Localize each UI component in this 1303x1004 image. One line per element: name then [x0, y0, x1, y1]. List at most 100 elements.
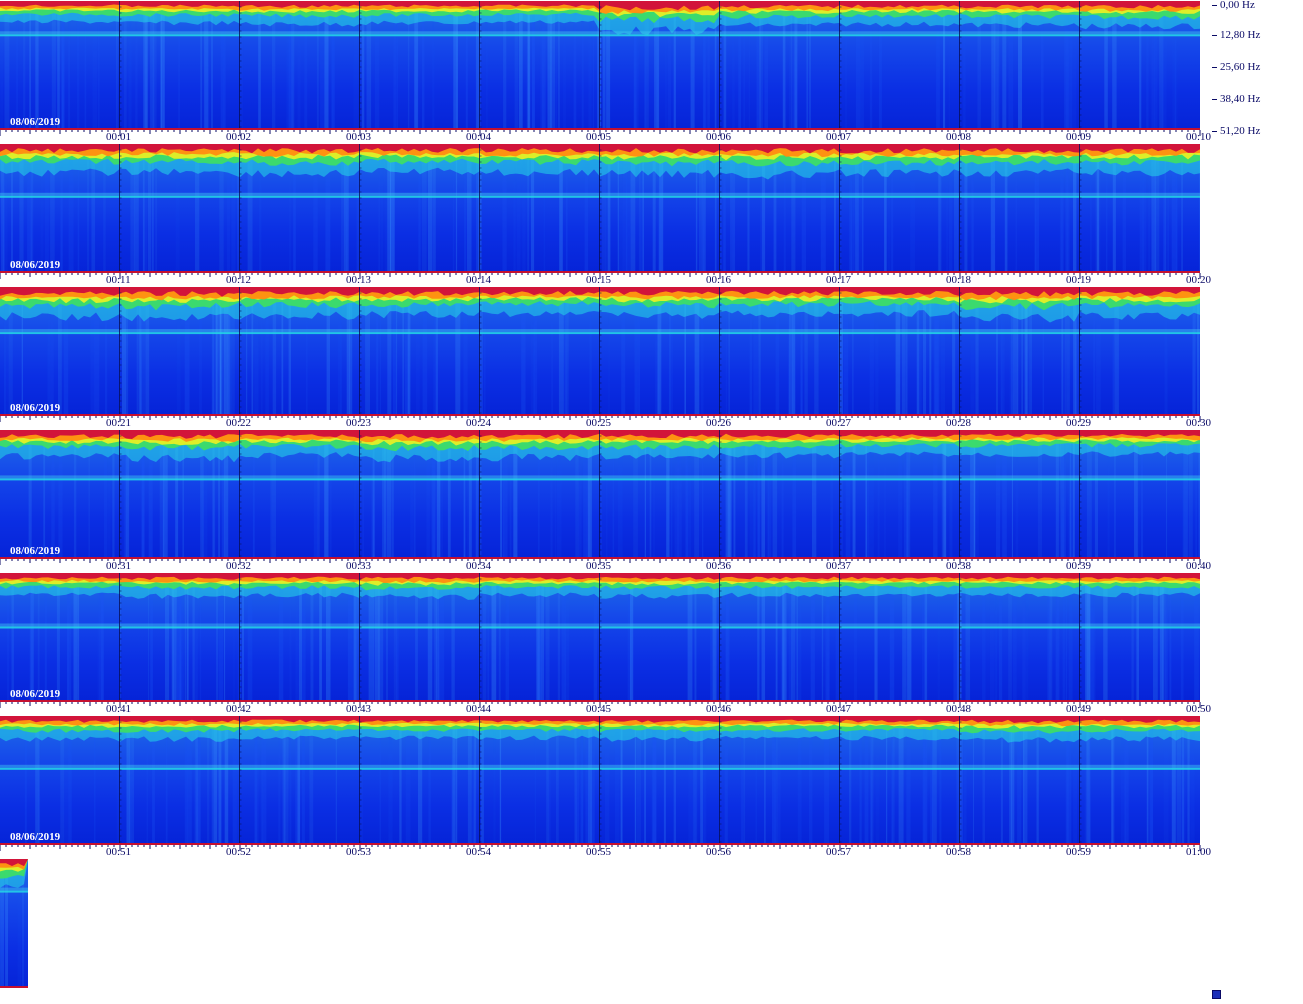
spectral-streak — [232, 726, 237, 843]
time-tick-label: 00:21 — [106, 417, 132, 429]
spectral-streak — [1140, 440, 1144, 557]
spectral-streak — [758, 440, 761, 557]
time-tick-label: 00:55 — [586, 846, 612, 858]
spectral-streak — [953, 583, 958, 700]
spectral-streak — [674, 440, 679, 557]
spectral-streak — [621, 297, 626, 414]
spectral-streak — [297, 11, 301, 128]
spectral-streak — [288, 11, 294, 128]
spectral-streak — [84, 11, 87, 128]
spectral-streak — [965, 583, 971, 700]
spectral-streak — [782, 11, 786, 128]
spectral-streak — [320, 11, 325, 128]
spectral-streak — [732, 11, 735, 128]
spectral-streak — [809, 726, 813, 843]
spectral-streak — [0, 11, 4, 128]
spectral-streak — [184, 583, 186, 700]
spectral-streak — [943, 11, 946, 128]
spectral-streak — [1182, 440, 1188, 557]
spectral-streak — [644, 726, 646, 843]
spectral-streak — [310, 583, 314, 700]
spectral-streak — [467, 726, 472, 843]
spectral-streak — [694, 440, 699, 557]
spectral-streak — [1008, 583, 1012, 700]
spectral-streak — [1013, 583, 1017, 700]
spectral-streak — [123, 440, 128, 557]
time-tick-label: 00:13 — [346, 274, 372, 286]
spectral-streak — [1088, 726, 1091, 843]
spectral-streak — [56, 583, 60, 700]
spectral-streak — [347, 583, 353, 700]
spectral-streak — [725, 440, 731, 557]
spectral-streak — [1017, 726, 1022, 843]
spectral-streak — [620, 726, 623, 843]
spectral-streak — [63, 726, 68, 843]
spectral-streak — [589, 297, 592, 414]
time-tick-label: 00:51 — [106, 846, 132, 858]
spectral-streak — [864, 726, 869, 843]
spectral-streak — [331, 11, 335, 128]
spectral-streak — [521, 297, 526, 414]
spectral-streak — [393, 11, 397, 128]
spectral-streak — [733, 440, 736, 557]
time-tick-label: 00:20 — [1186, 274, 1212, 286]
spectral-streak — [875, 726, 880, 843]
spectral-streak — [204, 11, 209, 128]
spectral-streak — [886, 726, 888, 843]
spectral-streak — [352, 583, 357, 700]
spectral-streak — [838, 297, 843, 414]
time-tick-label: 00:10 — [1186, 131, 1212, 143]
spectral-streak — [939, 726, 942, 843]
spectral-streak — [7, 583, 10, 700]
spectral-streak — [673, 726, 676, 843]
spectral-streak — [211, 726, 214, 843]
spectral-streak — [353, 11, 359, 128]
spectral-streak — [272, 11, 276, 128]
spectral-streak — [258, 11, 261, 128]
spectral-streak — [271, 440, 276, 557]
spectral-streak — [575, 440, 579, 557]
spectral-streak — [77, 154, 80, 271]
time-tick-label: 00:37 — [826, 560, 852, 572]
spectral-streak — [557, 583, 560, 700]
row-date-label: 08/06/2019 — [10, 402, 61, 414]
spectral-streak — [614, 726, 620, 843]
spectral-streak — [416, 297, 420, 414]
spectral-streak — [1111, 726, 1114, 843]
spectral-streak — [557, 11, 560, 128]
spectral-streak — [688, 726, 693, 843]
time-tick-label: 00:31 — [106, 560, 132, 572]
spectral-streak — [954, 154, 959, 271]
time-tick-label: 00:48 — [946, 703, 972, 715]
spectrogram-canvas — [0, 287, 1200, 414]
spectral-streak — [580, 726, 584, 843]
spectral-streak — [585, 726, 590, 843]
spectral-streak — [933, 440, 938, 557]
spectral-streak — [162, 440, 165, 557]
spectral-streak — [506, 583, 509, 700]
spectral-streak — [575, 726, 579, 843]
spectral-streak — [555, 11, 557, 128]
spectral-streak — [386, 583, 388, 700]
spectral-streak — [790, 11, 793, 128]
spectral-streak — [487, 583, 490, 700]
spectral-streak — [286, 726, 289, 843]
spectral-streak — [1169, 583, 1172, 700]
spectral-streak — [963, 11, 966, 128]
spectral-streak — [405, 726, 411, 843]
spectral-streak — [491, 583, 497, 700]
scroll-marker-icon[interactable] — [1212, 990, 1221, 999]
spectral-streak — [777, 726, 781, 843]
spectral-streak — [283, 726, 287, 843]
spectral-streak — [1047, 583, 1051, 700]
spectral-streak — [73, 583, 78, 700]
spectral-streak — [375, 583, 380, 700]
frequency-tick — [1212, 131, 1217, 132]
spectral-streak — [514, 11, 519, 128]
spectral-streak — [757, 583, 760, 700]
spectral-streak — [44, 583, 47, 700]
spectrogram-canvas — [0, 430, 1200, 557]
spectral-streak — [1182, 726, 1184, 843]
row-date-label: 08/06/2019 — [10, 545, 61, 557]
spectrogram-canvas — [0, 859, 28, 986]
